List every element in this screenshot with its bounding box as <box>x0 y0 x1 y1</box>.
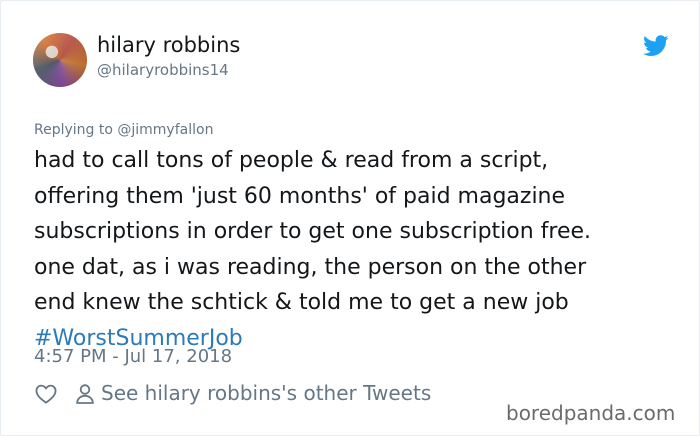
display-name[interactable]: hilary robbins <box>97 33 240 57</box>
replying-to[interactable]: Replying to @jimmyfallon <box>34 122 213 138</box>
tweet-text-line: subscriptions in order to get one subscr… <box>34 219 592 244</box>
tweet-text-line: end knew the schtick & told me to get a … <box>34 290 569 315</box>
tweet-text-line: one dat, as i was reading, the person on… <box>34 254 587 280</box>
avatar[interactable] <box>33 33 87 87</box>
tweet-card: hilary robbins @hilaryrobbins14 Replying… <box>0 0 700 436</box>
person-icon[interactable] <box>76 384 94 404</box>
twitter-bird-icon[interactable] <box>643 35 669 57</box>
heart-icon[interactable] <box>35 384 57 404</box>
tweet-text: had to call tons of people & read from a… <box>34 143 684 356</box>
user-handle[interactable]: @hilaryrobbins14 <box>97 61 229 79</box>
tweet-text-line: had to call tons of people & read from a… <box>34 148 549 173</box>
tweet-text-line: offering them 'just 60 months' of paid m… <box>34 183 566 209</box>
other-tweets-link[interactable]: See hilary robbins's other Tweets <box>101 381 431 405</box>
watermark: boredpanda.com <box>506 401 676 425</box>
timestamp-link[interactable]: 4:57 PM - Jul 17, 2018 <box>34 346 232 367</box>
